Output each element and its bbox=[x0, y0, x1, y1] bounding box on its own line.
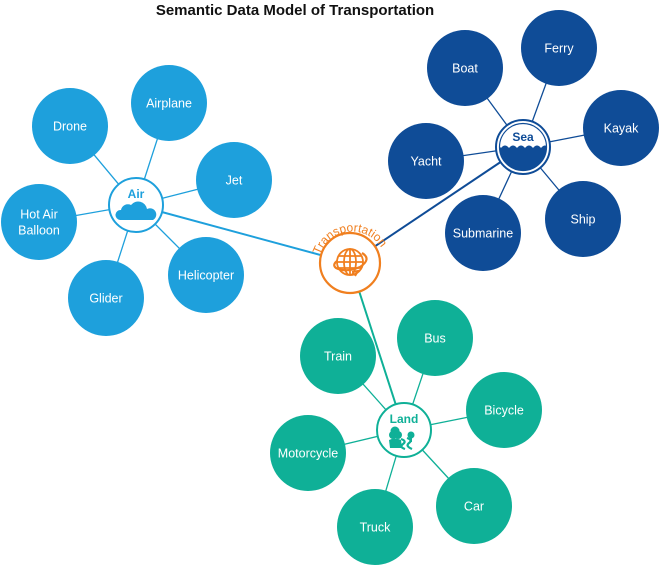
leaf-label: Ship bbox=[570, 213, 595, 227]
leaf-label: Airplane bbox=[146, 97, 192, 111]
leaf-node-ferry[interactable]: Ferry bbox=[521, 10, 597, 86]
hub-node-sea[interactable]: Sea bbox=[493, 119, 557, 177]
leaf-node-hot-air-balloon[interactable]: Hot Air Balloon bbox=[1, 184, 77, 260]
leaf-label: Bus bbox=[424, 332, 446, 346]
leaf-label: Truck bbox=[360, 521, 392, 535]
leaf-node-airplane[interactable]: Airplane bbox=[131, 65, 207, 141]
nodes: Drone Airplane Jet Hot Air Balloon Glider Heli… bbox=[1, 10, 659, 565]
hub-label: Sea bbox=[512, 130, 534, 144]
hub-label: Land bbox=[390, 412, 419, 426]
leaf-node-drone[interactable]: Drone bbox=[32, 88, 108, 164]
leaf-label: Motorcycle bbox=[278, 447, 338, 461]
root-node-transportation[interactable]: Transportation bbox=[310, 220, 390, 295]
leaf-label: Yacht bbox=[410, 155, 442, 169]
leaf-node-helicopter[interactable]: Helicopter bbox=[168, 237, 244, 313]
leaf-label: Train bbox=[324, 350, 352, 364]
leaf-node-kayak[interactable]: Kayak bbox=[583, 90, 659, 166]
leaf-label: Boat bbox=[452, 62, 478, 76]
hub-label: Air bbox=[128, 187, 145, 201]
leaf-node-motorcycle[interactable]: Motorcycle bbox=[270, 415, 346, 491]
leaf-node-car[interactable]: Car bbox=[436, 468, 512, 544]
leaf-label: Glider bbox=[89, 292, 122, 306]
leaf-label: Jet bbox=[226, 174, 243, 188]
leaf-label: Submarine bbox=[453, 227, 513, 241]
leaf-node-yacht[interactable]: Yacht bbox=[388, 123, 464, 199]
leaf-node-glider[interactable]: Glider bbox=[68, 260, 144, 336]
hub-node-air[interactable]: Air bbox=[108, 177, 164, 233]
transportation-diagram: Drone Airplane Jet Hot Air Balloon Glider Heli… bbox=[1, 10, 659, 565]
leaf-label: Hot Air bbox=[20, 208, 58, 222]
leaf-node-train[interactable]: Train bbox=[300, 318, 376, 394]
leaf-label: Bicycle bbox=[484, 404, 524, 418]
leaf-node-ship[interactable]: Ship bbox=[545, 181, 621, 257]
leaf-node-bus[interactable]: Bus bbox=[397, 300, 473, 376]
leaf-label: Drone bbox=[53, 120, 87, 134]
leaf-label: Ferry bbox=[544, 42, 574, 56]
leaf-label: Car bbox=[464, 500, 484, 514]
leaf-label: Helicopter bbox=[178, 269, 234, 283]
leaf-circle[interactable] bbox=[1, 184, 77, 260]
leaf-node-jet[interactable]: Jet bbox=[196, 142, 272, 218]
leaf-node-submarine[interactable]: Submarine bbox=[445, 195, 521, 271]
leaf-node-bicycle[interactable]: Bicycle bbox=[466, 372, 542, 448]
hub-node-land[interactable]: Land bbox=[376, 402, 432, 458]
leaf-label: Kayak bbox=[604, 122, 639, 136]
leaf-node-truck[interactable]: Truck bbox=[337, 489, 413, 565]
leaf-label: Balloon bbox=[18, 224, 60, 238]
leaf-node-boat[interactable]: Boat bbox=[427, 30, 503, 106]
